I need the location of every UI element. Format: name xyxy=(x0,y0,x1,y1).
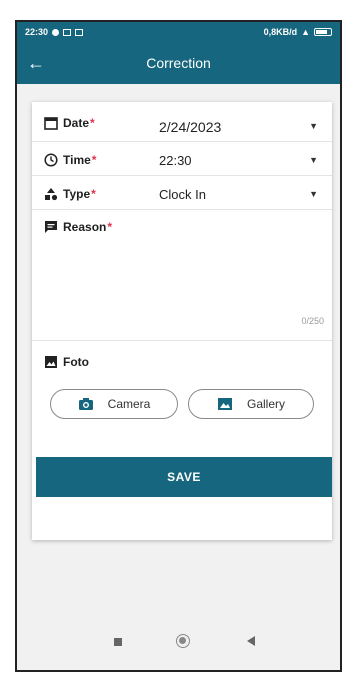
date-label-text: Date xyxy=(63,116,90,130)
shapes-icon xyxy=(45,188,58,201)
system-nav-bar xyxy=(17,620,340,670)
camera-icon xyxy=(78,398,93,410)
reason-input[interactable] xyxy=(44,240,320,310)
battery-icon xyxy=(314,28,332,36)
type-dropdown-icon[interactable]: ▼ xyxy=(309,189,318,199)
gallery-button-label: Gallery xyxy=(246,397,285,411)
clock-icon xyxy=(44,153,58,167)
time-required-mark: * xyxy=(91,153,97,167)
foto-label-text: Foto xyxy=(63,355,89,369)
type-label-text: Type xyxy=(63,187,91,201)
comment-icon xyxy=(45,221,57,233)
foto-label: Foto xyxy=(44,355,89,369)
type-required-mark: * xyxy=(91,187,96,201)
notification-app-icon xyxy=(75,28,84,36)
notification-dot-icon xyxy=(52,28,60,36)
time-row[interactable]: Time * 22:30 ▼ xyxy=(32,142,332,176)
camera-button-label: Camera xyxy=(107,397,151,411)
date-value: 2/24/2023 xyxy=(159,119,222,135)
calendar-icon xyxy=(44,117,58,130)
time-label: Time * xyxy=(44,153,96,167)
time-dropdown-icon[interactable]: ▼ xyxy=(309,155,318,165)
recent-apps-icon[interactable] xyxy=(114,638,122,646)
type-value: Clock In xyxy=(159,187,206,202)
image-icon xyxy=(45,356,57,368)
status-left: 22:30 xyxy=(25,27,84,37)
page-title: Correction xyxy=(146,55,211,71)
home-icon[interactable] xyxy=(176,634,190,648)
date-required-mark: * xyxy=(90,116,95,130)
date-label: Date * xyxy=(44,116,95,130)
network-speed: 0,8KB/d xyxy=(263,27,298,37)
gallery-button[interactable]: Gallery xyxy=(188,389,314,419)
status-bar: 22:30 0,8KB/d ▲ xyxy=(17,22,340,42)
phone-frame: 22:30 0,8KB/d ▲ ← Correction Date * 2/24/… xyxy=(15,20,342,672)
gallery-icon xyxy=(217,398,232,410)
app-bar: ← Correction xyxy=(17,42,340,84)
date-row[interactable]: Date * 2/24/2023 ▼ xyxy=(32,102,332,142)
status-time: 22:30 xyxy=(25,27,49,37)
reason-label: Reason * xyxy=(44,220,112,234)
type-label: Type * xyxy=(44,187,96,201)
reason-required-mark: * xyxy=(107,220,113,234)
notification-box-icon xyxy=(63,28,72,36)
camera-button[interactable]: Camera xyxy=(50,389,178,419)
status-right: 0,8KB/d ▲ xyxy=(264,27,332,37)
save-button[interactable]: SAVE xyxy=(36,457,332,497)
correction-form-card: Date * 2/24/2023 ▼ Time * 22:30 ▼ Type *… xyxy=(32,102,332,540)
reason-char-counter: 0/250 xyxy=(301,316,324,326)
type-row[interactable]: Type * Clock In ▼ xyxy=(32,176,332,210)
signal-icon: ▲ xyxy=(301,27,310,37)
time-value: 22:30 xyxy=(159,153,192,168)
back-arrow-icon[interactable]: ← xyxy=(25,52,47,74)
time-label-text: Time xyxy=(63,153,91,167)
reason-row: Reason * 0/250 xyxy=(32,210,332,341)
nav-back-icon[interactable] xyxy=(247,636,255,646)
date-dropdown-icon[interactable]: ▼ xyxy=(309,121,318,131)
reason-label-text: Reason xyxy=(63,220,107,234)
